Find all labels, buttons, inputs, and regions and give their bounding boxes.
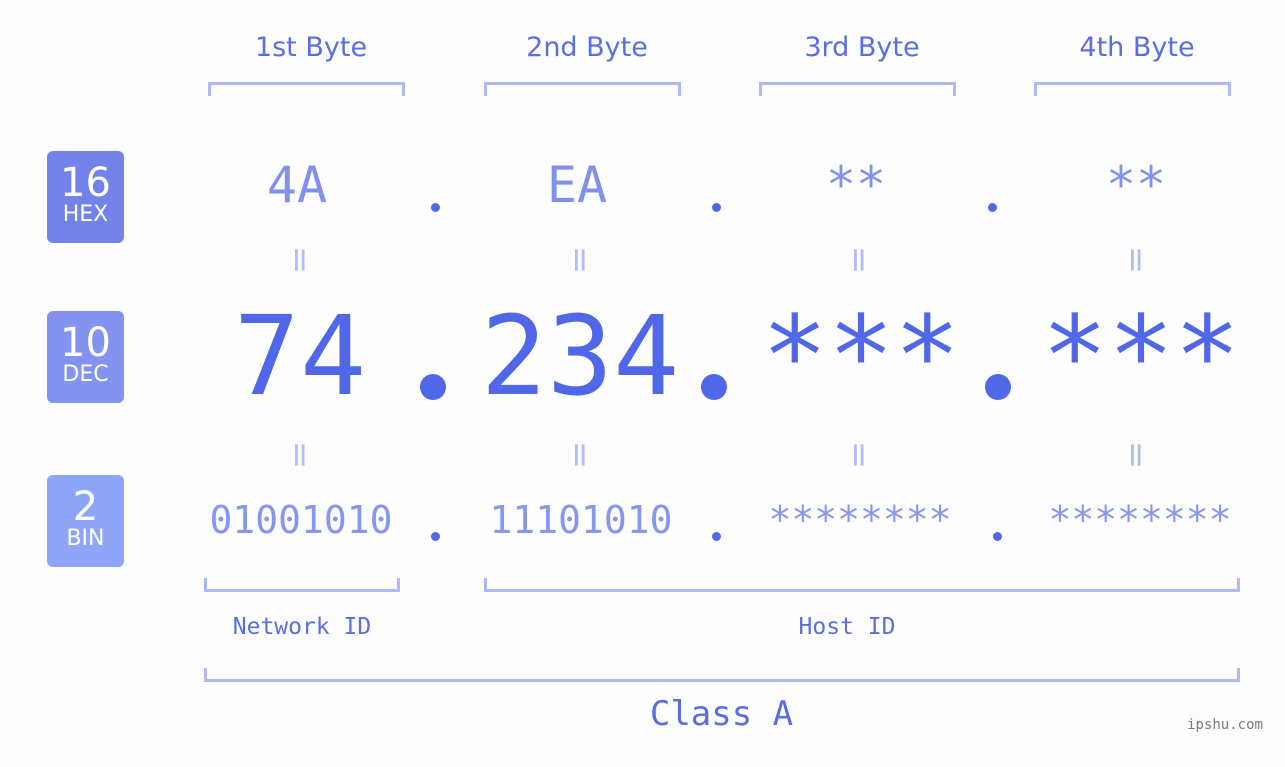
equals-icon: = [1116,245,1156,275]
hex-byte-2: EA [546,156,608,214]
hex-dot-1 [431,203,440,212]
hex-label: HEX [62,202,109,227]
hex-dot-2 [712,203,721,212]
bin-dot-3 [993,532,1002,541]
dec-base: 10 [60,320,111,366]
network-id-bracket [204,578,400,592]
bin-dot-2 [712,532,721,541]
dec-byte-2: 234 [480,292,680,420]
bin-byte-1: 01001010 [209,498,393,542]
class-label: Class A [649,694,794,734]
dec-badge: 10 DEC [47,311,124,403]
byte-bracket-3 [759,82,956,96]
bin-badge: 2 BIN [47,475,124,567]
hex-byte-1: 4A [266,156,328,214]
dec-dot-2 [701,374,727,400]
equals-icon: = [1116,440,1156,470]
dec-byte-3: *** [761,292,961,420]
class-bracket [204,668,1240,682]
byte-header-4: 4th Byte [1079,32,1195,63]
hex-base: 16 [60,160,111,206]
byte-bracket-2 [484,82,681,96]
hex-byte-3: ** [825,156,887,214]
byte-header-3: 3rd Byte [804,32,920,63]
dec-byte-4: *** [1041,292,1241,420]
byte-bracket-1 [208,82,405,96]
watermark: ipshu.com [1187,717,1263,733]
bin-byte-3: ******** [768,498,952,542]
byte-header-2: 2nd Byte [526,32,648,63]
bin-label: BIN [66,526,105,551]
dec-dot-3 [985,374,1011,400]
dec-byte-1: 74 [233,292,367,420]
hex-byte-4: ** [1105,156,1167,214]
network-id-label: Network ID [232,614,372,640]
dec-dot-1 [420,374,446,400]
equals-icon: = [560,245,600,275]
equals-icon: = [560,440,600,470]
equals-icon: = [839,245,879,275]
bin-byte-4: ******** [1048,498,1232,542]
bin-base: 2 [72,484,99,530]
byte-bracket-4 [1034,82,1231,96]
bin-byte-2: 11101010 [489,498,673,542]
hex-dot-3 [988,203,997,212]
bin-dot-1 [431,532,440,541]
equals-icon: = [280,245,320,275]
hex-badge: 16 HEX [47,151,124,243]
host-id-bracket [484,578,1240,592]
host-id-label: Host ID [798,614,896,640]
equals-icon: = [839,440,879,470]
dec-label: DEC [62,362,109,387]
equals-icon: = [280,440,320,470]
byte-header-1: 1st Byte [254,32,368,63]
